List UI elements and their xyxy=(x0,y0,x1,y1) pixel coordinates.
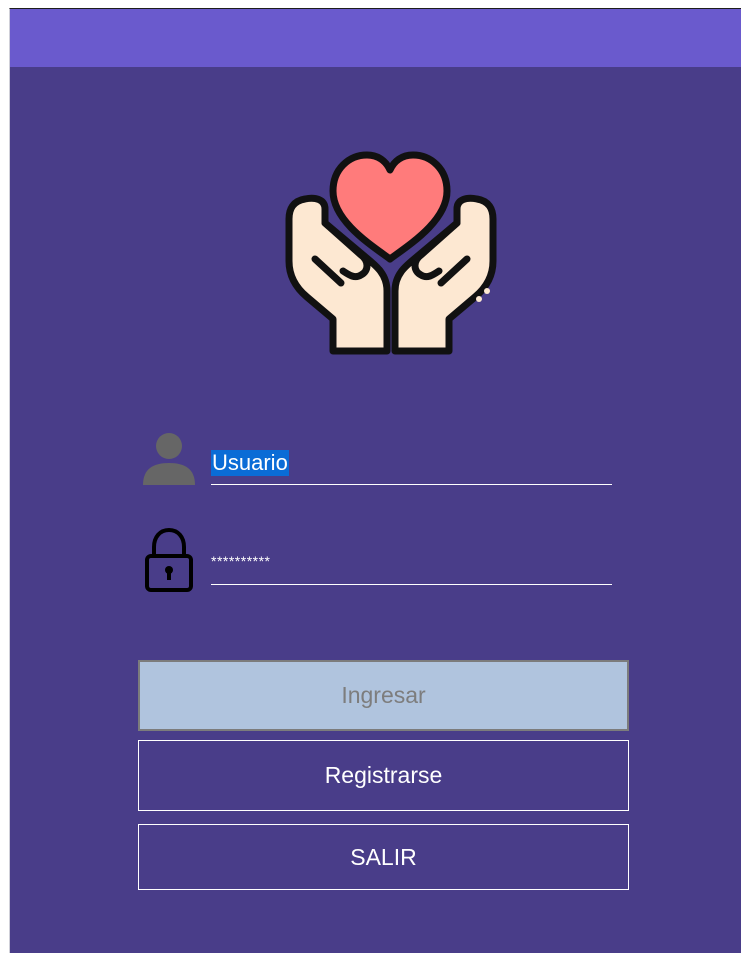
salir-button[interactable]: SALIR xyxy=(138,824,629,890)
hands-holding-heart-icon xyxy=(275,141,505,356)
lock-icon xyxy=(144,527,194,593)
username-value[interactable]: Usuario xyxy=(211,450,289,476)
login-window: Usuario ********** Ingresar Registrarse … xyxy=(9,8,741,953)
ingresar-button[interactable]: Ingresar xyxy=(138,660,629,731)
user-icon xyxy=(141,431,197,487)
title-bar[interactable] xyxy=(10,9,741,67)
password-field[interactable]: ********** xyxy=(211,545,612,585)
registrarse-button[interactable]: Registrarse xyxy=(138,740,629,811)
username-field[interactable]: Usuario xyxy=(211,445,612,485)
password-value[interactable]: ********** xyxy=(211,548,270,574)
